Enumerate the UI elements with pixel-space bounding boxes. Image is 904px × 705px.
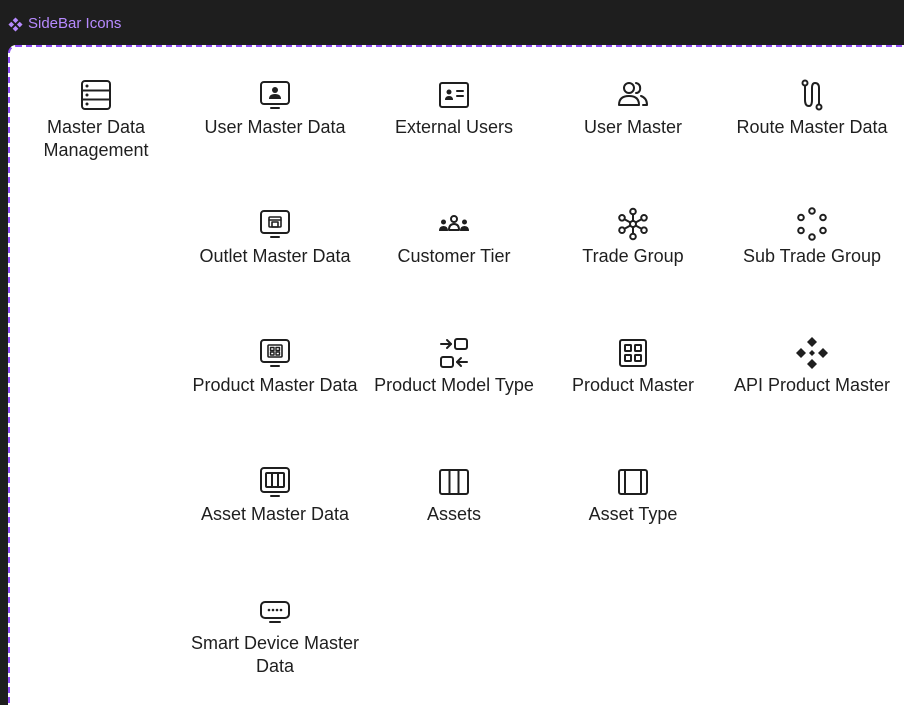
icon-tile-product-model-type[interactable]: Product Model Type <box>365 336 543 397</box>
icon-tile-route-master-data[interactable]: Route Master Data <box>723 78 901 139</box>
route-icon <box>801 79 823 111</box>
icon-tile-master-data-management[interactable]: Master Data Management <box>7 78 185 162</box>
icon-tile-user-master-data[interactable]: User Master Data <box>186 78 364 139</box>
monitor-grid-icon <box>260 339 290 367</box>
icon-tile-api-product-master[interactable]: API Product Master <box>723 336 901 397</box>
icon-tile-label: Assets <box>426 504 482 524</box>
icon-tile-user-master[interactable]: User Master <box>544 78 722 139</box>
users-icon <box>618 82 648 106</box>
icon-tile-smart-device-master-data[interactable]: Smart Device Master Data <box>186 594 364 678</box>
monitor-store-icon <box>260 210 290 238</box>
icon-tile-external-users[interactable]: External Users <box>365 78 543 139</box>
icon-tile-label: Asset Type <box>588 504 678 524</box>
swap-boxes-icon <box>440 338 468 368</box>
icon-tile-label: User Master <box>583 117 682 137</box>
icon-tile-outlet-master-data[interactable]: Outlet Master Data <box>186 207 364 268</box>
icon-tile-label: Outlet Master Data <box>199 246 351 266</box>
canvas-top-bar <box>0 0 904 46</box>
api-diamond-icon <box>796 337 828 369</box>
monitor-columns-icon <box>260 467 290 497</box>
icon-tile-label: Smart Device Master Data <box>190 633 360 676</box>
icon-tile-label: API Product Master <box>733 375 891 395</box>
icon-tile-product-master[interactable]: Product Master <box>544 336 722 397</box>
frame-label[interactable]: SideBar Icons <box>8 15 121 33</box>
icon-tile-label: Customer Tier <box>397 246 511 266</box>
icon-tile-label: External Users <box>394 117 514 137</box>
icon-tile-label: User Master Data <box>204 117 346 137</box>
icon-tile-sub-trade-group[interactable]: Sub Trade Group <box>723 207 901 268</box>
dots-circle-icon <box>797 207 827 241</box>
monitor-user-icon <box>260 81 290 109</box>
columns-three-icon <box>439 469 469 495</box>
icon-tile-trade-group[interactable]: Trade Group <box>544 207 722 268</box>
icon-tile-label: Product Master <box>571 375 695 395</box>
icon-tile-label: Trade Group <box>582 246 684 266</box>
grid-box-icon <box>619 339 647 367</box>
component-diamond-icon <box>8 16 23 32</box>
id-card-icon <box>439 82 469 108</box>
network-cluster-icon <box>618 207 648 241</box>
icon-tile-assets[interactable]: Assets <box>365 465 543 526</box>
icon-tile-label: Route Master Data <box>736 117 888 137</box>
icon-tile-asset-master-data[interactable]: Asset Master Data <box>186 465 364 526</box>
server-list-icon <box>81 80 111 110</box>
icon-tile-label: Master Data Management <box>43 117 149 160</box>
columns-two-icon <box>618 469 648 495</box>
icon-tile-label: Product Model Type <box>374 375 534 395</box>
icon-tile-label: Sub Trade Group <box>742 246 882 266</box>
icon-tile-asset-type[interactable]: Asset Type <box>544 465 722 526</box>
icon-tile-customer-tier[interactable]: Customer Tier <box>365 207 543 268</box>
icon-tile-product-master-data[interactable]: Product Master Data <box>186 336 364 397</box>
user-group-icon <box>439 215 469 231</box>
icon-tile-label: Product Master Data <box>192 375 358 395</box>
icon-tile-label: Asset Master Data <box>200 504 350 524</box>
smart-device-icon <box>260 601 290 623</box>
frame-title: SideBar Icons <box>28 15 122 32</box>
